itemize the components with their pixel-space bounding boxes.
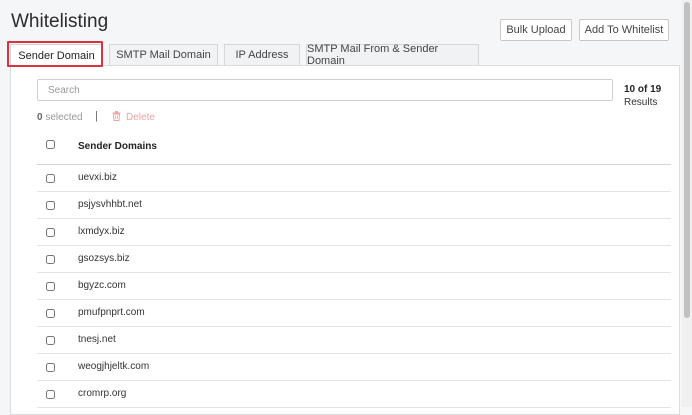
tab-label: SMTP Mail From & Sender Domain xyxy=(307,43,439,67)
add-to-whitelist-button[interactable]: Add To Whitelist xyxy=(579,19,669,41)
tab-label: IP Address xyxy=(235,49,289,61)
sender-domain-cell: lxmdyx.biz xyxy=(78,226,125,237)
row-divider xyxy=(37,245,671,246)
row-checkbox[interactable] xyxy=(46,390,55,399)
delete-label: Delete xyxy=(126,112,155,123)
tab-label: SMTP Mail Domain xyxy=(116,49,211,61)
delete-button[interactable]: Delete xyxy=(112,111,155,124)
row-divider xyxy=(37,191,671,192)
header-divider xyxy=(37,164,671,165)
column-header-sender-domains: Sender Domains xyxy=(78,141,157,152)
tab-smtp-mail-from-sender-domain[interactable]: SMTP Mail From & Sender Domain xyxy=(306,43,479,67)
row-divider xyxy=(37,407,671,408)
row-divider xyxy=(37,272,671,273)
row-checkbox[interactable] xyxy=(46,174,55,183)
tab-ip-address[interactable]: IP Address xyxy=(224,44,300,65)
select-all-checkbox[interactable] xyxy=(46,140,55,149)
sender-domain-cell: uevxi.biz xyxy=(78,172,117,183)
page-title: Whitelisting xyxy=(11,11,109,32)
sender-domain-cell: tnesj.net xyxy=(78,334,116,345)
row-checkbox[interactable] xyxy=(46,228,55,237)
results-count-value: 10 of 19 xyxy=(624,84,662,95)
row-divider xyxy=(37,218,671,219)
divider: | xyxy=(95,110,98,122)
selected-count: 0 selected xyxy=(37,112,83,123)
selected-label: selected xyxy=(45,112,83,123)
row-divider xyxy=(37,380,671,381)
row-divider xyxy=(37,299,671,300)
tab-smtp-mail-domain[interactable]: SMTP Mail Domain xyxy=(109,44,218,65)
results-count: 10 of 19 Results xyxy=(624,83,661,109)
row-divider xyxy=(37,353,671,354)
tab-sender-domain[interactable]: Sender Domain xyxy=(10,44,103,66)
sender-domain-cell: bgyzc.com xyxy=(78,280,126,291)
row-checkbox[interactable] xyxy=(46,363,55,372)
selected-count-value: 0 xyxy=(37,112,43,123)
search-input[interactable] xyxy=(37,79,613,101)
row-checkbox[interactable] xyxy=(46,201,55,210)
sender-domain-cell: weogjhjeltk.com xyxy=(78,361,150,372)
row-divider xyxy=(37,326,671,327)
scrollbar-thumb[interactable] xyxy=(684,2,690,318)
row-checkbox[interactable] xyxy=(46,336,55,345)
tab-label: Sender Domain xyxy=(18,49,95,62)
results-label: Results xyxy=(624,97,658,108)
trash-icon xyxy=(112,111,121,124)
sender-domain-cell: gsozsys.biz xyxy=(78,253,130,264)
sender-domain-cell: psjysvhhbt.net xyxy=(78,199,142,210)
row-checkbox[interactable] xyxy=(46,309,55,318)
sender-domain-cell: cromrp.org xyxy=(78,388,127,399)
row-checkbox[interactable] xyxy=(46,255,55,264)
row-checkbox[interactable] xyxy=(46,282,55,291)
bulk-upload-button[interactable]: Bulk Upload xyxy=(500,19,572,41)
sender-domain-cell: pmufpnprt.com xyxy=(78,307,145,318)
